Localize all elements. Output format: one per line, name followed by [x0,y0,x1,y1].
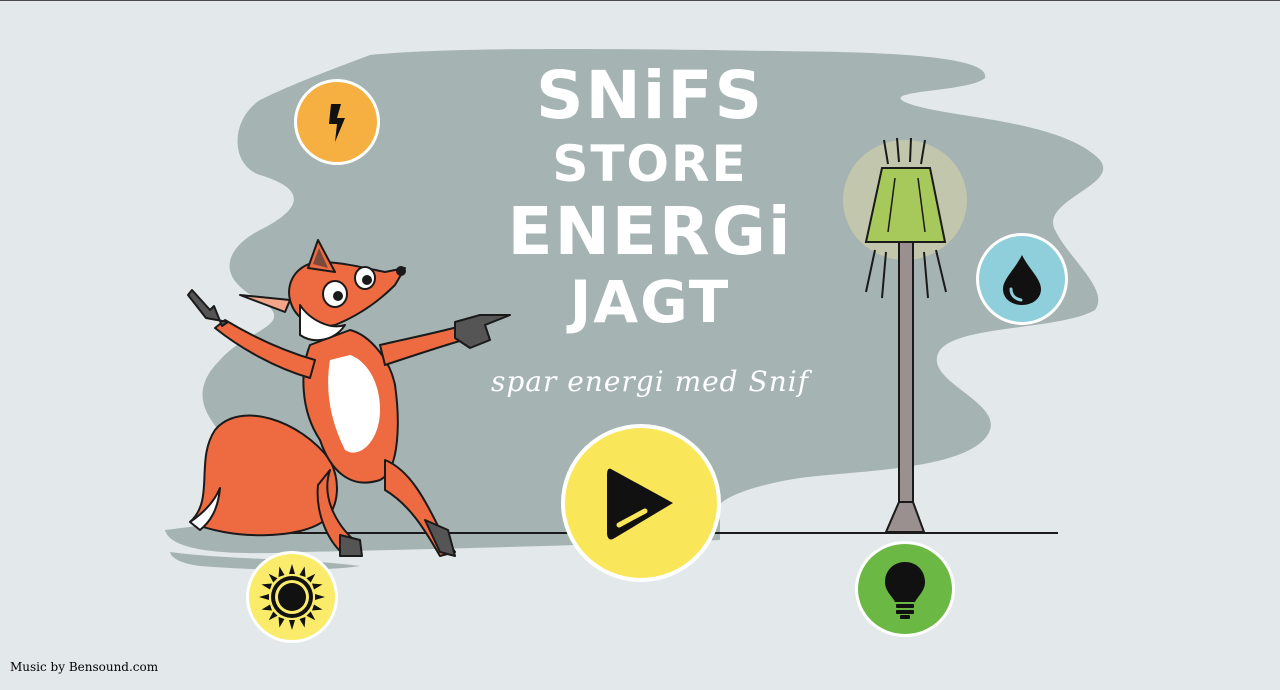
music-credit: Music by Bensound.com [10,660,159,674]
title-line-3: ENERGi [507,193,793,270]
sun-icon [259,564,325,630]
lamp-pole [898,241,914,503]
play-icon [607,468,673,540]
lamp-base [884,501,926,533]
title-line-2: STORE [552,135,748,193]
game-subtitle: spar energi med Snif [490,365,810,398]
title-line-1: SNiFS [535,57,764,134]
game-title: SNiFS STORE ENERGi JAGT [440,57,860,336]
sun-badge [246,551,338,643]
drop-icon [1003,255,1041,305]
play-button[interactable] [561,424,721,582]
bolt-badge [294,79,380,165]
title-line-4: JAGT [569,268,731,336]
drop-badge [976,233,1068,325]
bulb-icon [885,562,925,619]
bolt-icon [329,104,345,142]
bulb-badge [855,541,955,637]
